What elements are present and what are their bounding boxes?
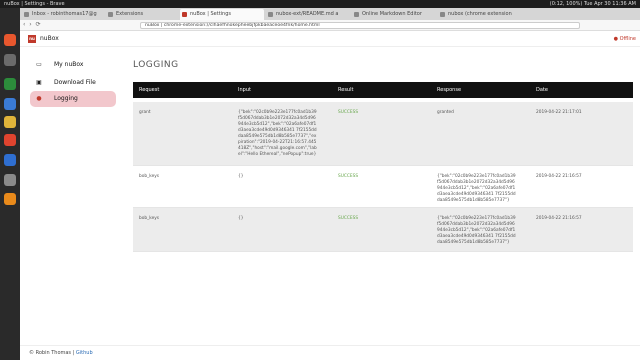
url-field[interactable]: nuBox | chrome-extension://clhaefhnokeph… xyxy=(140,22,580,29)
sidebar-item-my-nubox[interactable]: ▭ My nuBox xyxy=(30,57,116,73)
firefox-icon[interactable] xyxy=(4,34,16,46)
app-name: nuBox xyxy=(40,35,59,42)
footer: © Robin Thomas | Github xyxy=(20,345,640,360)
monitor-icon: ▭ xyxy=(36,61,42,68)
terminal-icon[interactable] xyxy=(4,78,16,90)
column-header: Request xyxy=(139,87,160,93)
page-title: LOGGING xyxy=(133,60,179,70)
browser-tab[interactable]: Inbox - robinthomas17@g xyxy=(22,9,104,20)
sidebar-item-label: My nuBox xyxy=(54,61,84,68)
browser-tab[interactable]: Extensions xyxy=(106,9,178,20)
tab-favicon-icon xyxy=(354,12,359,17)
tab-favicon-icon xyxy=(268,12,273,17)
table-row: grant {"bek":"02c0b9e223e177fc0ad1b39f5d… xyxy=(133,102,633,166)
cell-input: {"bek":"02c0b9e223e177fc0ad1b39f5d067dda… xyxy=(238,110,317,157)
alert-icon: ● xyxy=(36,95,42,102)
cell-result: SUCCESS xyxy=(338,174,359,179)
cell-date: 2019-04-22 21:16:57 xyxy=(536,174,582,179)
cell-date: 2019-04-22 21:17:01 xyxy=(536,110,582,115)
settings-icon[interactable] xyxy=(4,174,16,186)
cell-result: SUCCESS xyxy=(338,110,359,115)
nubox-logo: nu xyxy=(28,35,36,43)
table-row: bob_keys {} SUCCESS {"bek":"02c0b9e223e1… xyxy=(133,208,633,252)
tab-favicon-icon xyxy=(182,12,187,17)
logging-table: Request Input Result Response Date grant… xyxy=(133,82,633,252)
brave-icon[interactable] xyxy=(4,134,16,146)
cell-request: grant xyxy=(139,110,151,115)
table-row: bob_keys {} SUCCESS {"bek":"02c0b9e223e1… xyxy=(133,166,633,208)
vscode-icon[interactable] xyxy=(4,98,16,110)
sidebar-item-download-file[interactable]: ▣ Download File xyxy=(30,75,116,91)
browser-tab[interactable]: Online Markdown Editor xyxy=(352,9,436,20)
cell-result: SUCCESS xyxy=(338,216,359,221)
files-icon[interactable] xyxy=(4,54,16,66)
column-header: Result xyxy=(338,87,354,93)
tab-favicon-icon xyxy=(24,12,29,17)
browser-tab-active[interactable]: nuBox | Settings xyxy=(180,9,264,20)
download-icon: ▣ xyxy=(36,79,42,86)
sidebar-item-label: Logging xyxy=(54,95,78,102)
tab-favicon-icon xyxy=(108,12,113,17)
app-icon[interactable] xyxy=(4,154,16,166)
system-status: (0:12, 100%) Tue Apr 30 11:36 AM xyxy=(549,1,636,7)
launcher-dock xyxy=(0,8,20,360)
cell-request: bob_keys xyxy=(139,174,159,179)
copyright-text: © Robin Thomas | xyxy=(29,350,76,356)
cell-request: bob_keys xyxy=(139,216,159,221)
cell-input: {} xyxy=(238,174,244,179)
window-title: nuBox | Settings - Brave xyxy=(4,1,65,7)
cell-input: {} xyxy=(238,216,244,221)
cell-response: {"bek":"02c0b9e223e177fc0ad1b39f5d067dda… xyxy=(437,216,516,245)
vlc-icon[interactable] xyxy=(4,193,16,205)
cell-date: 2019-04-22 21:16:57 xyxy=(536,216,582,221)
nav-buttons-icon[interactable]: ‹ › ⟳ xyxy=(23,21,42,28)
system-top-bar: nuBox | Settings - Brave (0:12, 100%) Tu… xyxy=(0,0,640,8)
offline-status-badge: ● Offline xyxy=(613,36,636,42)
chrome-icon[interactable] xyxy=(4,116,16,128)
browser-tab[interactable]: nubox-ext/README.md a xyxy=(266,9,350,20)
main-content: LOGGING Request Input Result Response Da… xyxy=(130,47,640,345)
sidebar-item-logging[interactable]: ● Logging xyxy=(30,91,116,107)
sidebar-item-label: Download File xyxy=(54,79,96,86)
tab-favicon-icon xyxy=(440,12,445,17)
table-header: Request Input Result Response Date xyxy=(133,82,633,98)
sidebar: ▭ My nuBox ▣ Download File ● Logging xyxy=(20,47,120,345)
address-bar-row: ‹ › ⟳ nuBox | chrome-extension://clhaefh… xyxy=(20,20,640,31)
cell-response: granted xyxy=(437,110,454,115)
column-header: Response xyxy=(437,87,462,93)
browser-tab[interactable]: nubox (chrome extension xyxy=(438,9,522,20)
column-header: Date xyxy=(536,87,548,93)
browser-tab-bar: Inbox - robinthomas17@g Extensions nuBox… xyxy=(20,8,640,20)
cell-response: {"bek":"02c0b9e223e177fc0ad1b39f5d067dda… xyxy=(437,174,516,203)
app-header: nu nuBox ● Offline xyxy=(20,31,640,47)
column-header: Input xyxy=(238,87,251,93)
github-link[interactable]: Github xyxy=(76,350,93,356)
